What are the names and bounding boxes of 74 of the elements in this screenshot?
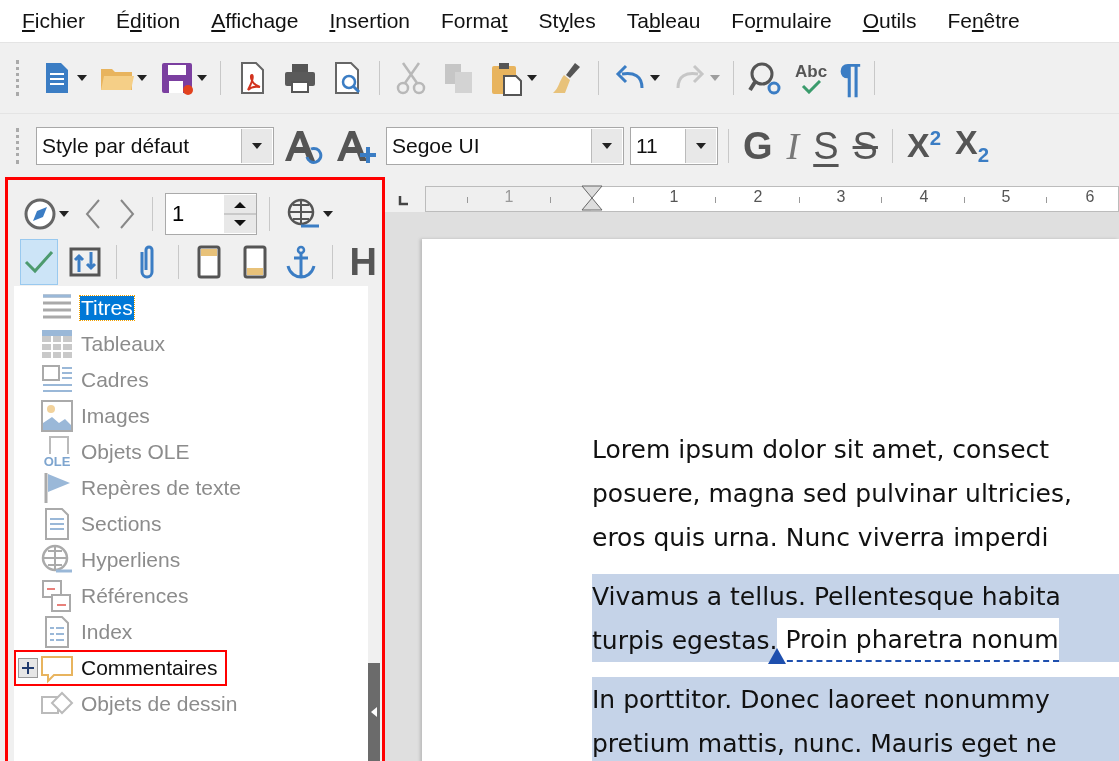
ruler-number: 6 bbox=[1085, 188, 1095, 206]
dropdown-arrow-icon[interactable] bbox=[59, 210, 69, 218]
page-number-field[interactable]: 1 bbox=[165, 193, 257, 235]
dropdown-arrow-icon[interactable] bbox=[696, 141, 706, 150]
expand-icon[interactable] bbox=[18, 658, 38, 678]
text-line: Lorem ipsum dolor sit amet, consect bbox=[592, 434, 1050, 464]
dropdown-arrow-icon[interactable] bbox=[197, 74, 207, 82]
ruler-tick bbox=[633, 197, 635, 203]
spelling-button[interactable]: Abc bbox=[792, 60, 831, 96]
tab-stop-icon[interactable] bbox=[397, 194, 411, 208]
text-line: turpis egestas. bbox=[592, 625, 778, 655]
image-icon bbox=[40, 399, 74, 433]
menu-item[interactable]: Outils bbox=[862, 9, 917, 33]
ruler-tick bbox=[550, 197, 552, 203]
menu-item[interactable]: Insertion bbox=[329, 9, 410, 33]
text-line: pretium mattis, nunc. Mauris eget ne bbox=[592, 728, 1057, 758]
menu-item[interactable]: Formulaire bbox=[731, 9, 832, 33]
ruler-tick bbox=[715, 197, 717, 203]
heading-level-button[interactable]: H bbox=[344, 239, 382, 285]
dropdown-arrow-icon[interactable] bbox=[602, 141, 612, 150]
paragraph-style-field[interactable]: Style par défaut bbox=[36, 126, 274, 165]
content-view-button[interactable] bbox=[20, 239, 58, 285]
dropdown-arrow-icon[interactable] bbox=[323, 210, 333, 218]
text-line: posuere, magna sed pulvinar ultricies, bbox=[592, 478, 1072, 508]
ruler-number: 5 bbox=[1001, 188, 1011, 206]
ruler-tick bbox=[467, 197, 469, 203]
strikethrough-button[interactable]: S bbox=[848, 126, 882, 165]
text-line: eros quis urna. Nunc viverra imperdi bbox=[592, 522, 1049, 552]
dropdown-arrow-icon[interactable] bbox=[137, 74, 147, 82]
find-replace-icon bbox=[747, 60, 783, 96]
tree-item[interactable]: Titres bbox=[80, 296, 134, 320]
dropdown-arrow-icon[interactable] bbox=[527, 74, 537, 82]
menu-item[interactable]: Fichier bbox=[22, 9, 85, 33]
underline-button[interactable]: S bbox=[809, 126, 843, 165]
ruler-tick bbox=[1046, 197, 1048, 203]
ruler-number: 1 bbox=[669, 188, 679, 206]
spin-arrows-icon[interactable] bbox=[224, 195, 256, 233]
globe-icon bbox=[285, 197, 321, 231]
cross-reference-icon bbox=[40, 579, 74, 613]
ruler-tick bbox=[964, 197, 966, 203]
formatting-marks-button[interactable]: ¶ bbox=[836, 56, 865, 100]
chevron-left-icon bbox=[83, 197, 103, 231]
superscript-button[interactable]: X$^{2}$ bbox=[902, 128, 945, 163]
dropdown-arrow-icon[interactable] bbox=[77, 74, 87, 82]
compass-icon bbox=[23, 197, 57, 231]
ruler-tick bbox=[881, 197, 883, 203]
checkmark-icon bbox=[801, 79, 822, 94]
clipboard-icon bbox=[489, 60, 525, 96]
ruler-tick bbox=[799, 197, 801, 203]
ruler-number: 3 bbox=[836, 188, 846, 206]
font-name-field[interactable]: Segoe UI bbox=[386, 126, 624, 165]
tree-item[interactable]: Commentaires bbox=[80, 656, 219, 680]
collapse-arrow-icon bbox=[371, 707, 377, 717]
ruler-number: 1 bbox=[504, 188, 514, 206]
font-size-field[interactable]: 11 bbox=[630, 126, 718, 165]
ruler-number: 2 bbox=[753, 188, 763, 206]
bold-button[interactable]: G bbox=[739, 126, 777, 165]
menu-item[interactable]: Styles bbox=[538, 9, 596, 33]
italic-button[interactable]: I bbox=[782, 126, 804, 165]
chevron-right-icon bbox=[117, 197, 137, 231]
text-line: In porttitor. Donec laoreet nonummy bbox=[592, 684, 1050, 714]
ruler-number: 4 bbox=[919, 188, 929, 206]
menu-item[interactable]: Format bbox=[441, 9, 508, 33]
menu-item[interactable]: Affichage bbox=[211, 9, 299, 33]
table-icon bbox=[40, 327, 74, 361]
text-line: Vivamus a tellus. Pellentesque habita bbox=[592, 581, 1061, 611]
menu-item[interactable]: Édition bbox=[116, 9, 181, 33]
indent-marker-icon[interactable] bbox=[580, 185, 604, 211]
menu-item[interactable]: Tableau bbox=[626, 9, 701, 33]
subscript-button[interactable]: X$_{2}$ bbox=[950, 125, 993, 166]
sidebar-collapse-handle[interactable] bbox=[368, 663, 380, 761]
menu-item[interactable]: Fenêtre bbox=[947, 9, 1020, 33]
dropdown-arrow-icon[interactable] bbox=[650, 74, 660, 82]
dropdown-arrow-icon[interactable] bbox=[252, 141, 262, 150]
